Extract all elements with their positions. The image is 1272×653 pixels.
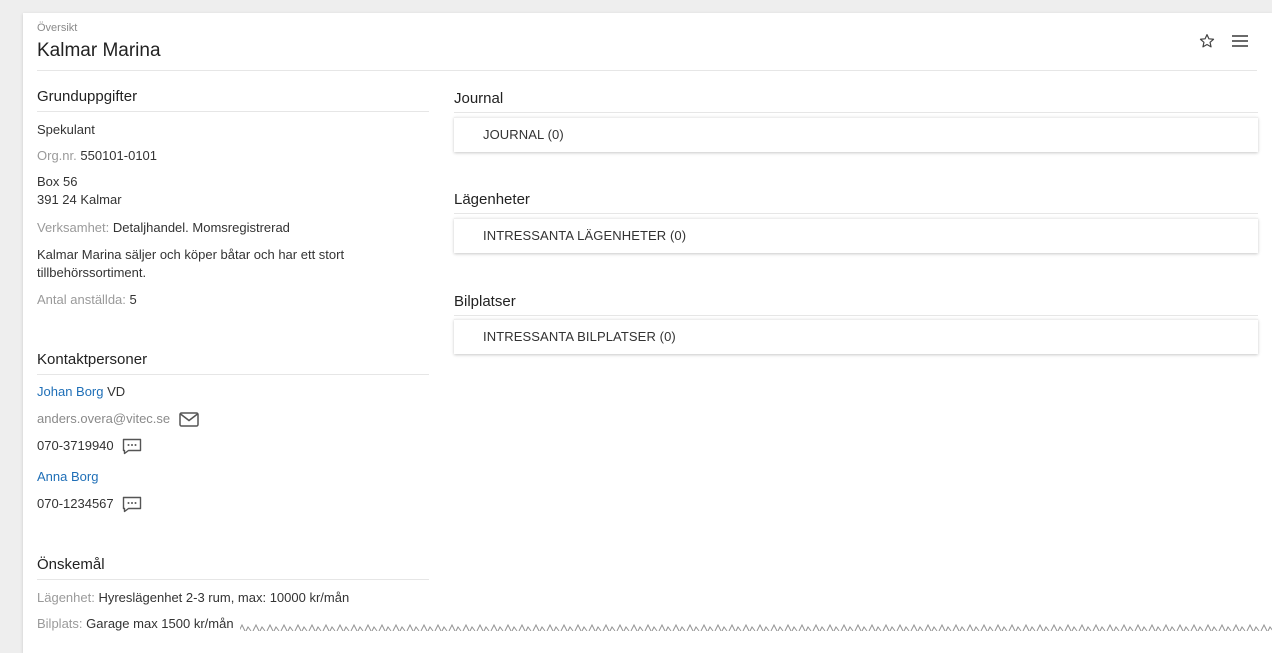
employee-count-label: Antal anställda: (37, 292, 126, 307)
section-divider (37, 374, 429, 375)
page-title: Kalmar Marina (37, 40, 161, 61)
section-title-kontaktpersoner: Kontaktpersoner (37, 351, 148, 368)
contact-role: VD (107, 384, 126, 399)
star-icon[interactable] (1198, 32, 1216, 50)
journal-panel[interactable]: JOURNAL (0) (454, 117, 1258, 152)
contact-row: Anna Borg (37, 468, 98, 486)
verksamhet: Verksamhet: Detaljhandel. Momsregistrera… (37, 219, 290, 237)
employee-count: Antal anställda: 5 (37, 291, 137, 309)
section-divider (37, 111, 429, 112)
contact-email-row: anders.overa@vitec.se (37, 410, 199, 428)
contact-phone-row: 070-1234567 (37, 495, 142, 513)
section-title-lagenheter: Lägenheter (454, 191, 530, 208)
contact-row: Johan Borg VD (37, 383, 125, 401)
apartments-panel-label: INTRESSANTA LÄGENHETER (0) (483, 228, 687, 243)
journal-panel-label: JOURNAL (0) (483, 127, 564, 142)
wish-apartment-value: Hyreslägenhet 2-3 rum, max: 10000 kr/mån (98, 590, 350, 605)
org-number: Org.nr. 550101-0101 (37, 147, 157, 165)
section-title-journal: Journal (454, 90, 504, 107)
overview-card: Översikt Kalmar Marina Grunduppgifter Sp… (23, 13, 1272, 653)
parking-panel-label: INTRESSANTA BILPLATSER (0) (483, 329, 676, 344)
verksamhet-value: Detaljhandel. Momsregistrerad (112, 220, 290, 235)
wish-apartment-label: Lägenhet: (37, 590, 95, 605)
section-divider (454, 213, 1258, 214)
section-title-onskemal: Önskemål (37, 556, 105, 573)
title-divider (37, 70, 1257, 71)
section-divider (454, 315, 1258, 316)
section-title-grunduppgifter: Grunduppgifter (37, 88, 138, 105)
mail-icon[interactable] (179, 412, 199, 427)
header-actions (1198, 32, 1250, 50)
menu-icon[interactable] (1230, 32, 1250, 50)
description-line-2: tillbehörssortiment. (37, 265, 147, 280)
contact-phone[interactable]: 070-1234567 (37, 496, 114, 511)
wish-apartment: Lägenhet: Hyreslägenhet 2-3 rum, max: 10… (37, 589, 349, 607)
sms-icon[interactable] (122, 438, 142, 455)
contact-phone[interactable]: 070-3719940 (37, 438, 114, 453)
contact-name-link[interactable]: Anna Borg (37, 469, 98, 484)
parking-panel[interactable]: INTRESSANTA BILPLATSER (0) (454, 319, 1258, 354)
description-line-1: Kalmar Marina säljer och köper båtar och… (37, 247, 345, 262)
customer-status: Spekulant (37, 122, 95, 137)
verksamhet-label: Verksamhet: (37, 220, 110, 235)
section-divider (454, 112, 1258, 113)
sms-icon[interactable] (122, 496, 142, 513)
render-artifact-strip (0, 620, 1272, 631)
contact-email[interactable]: anders.overa@vitec.se (37, 411, 170, 426)
contact-phone-row: 070-3719940 (37, 437, 142, 455)
section-divider (37, 579, 429, 580)
org-number-value: 550101-0101 (80, 148, 158, 163)
address-line-2: 391 24 Kalmar (37, 192, 122, 207)
section-title-bilplatser: Bilplatser (454, 293, 516, 310)
contact-name-link[interactable]: Johan Borg (37, 384, 104, 399)
apartments-panel[interactable]: INTRESSANTA LÄGENHETER (0) (454, 218, 1258, 253)
org-number-label: Org.nr. (37, 148, 77, 163)
address-line-1: Box 56 (37, 174, 78, 189)
employee-count-value: 5 (129, 292, 137, 307)
breadcrumb[interactable]: Översikt (37, 22, 77, 34)
